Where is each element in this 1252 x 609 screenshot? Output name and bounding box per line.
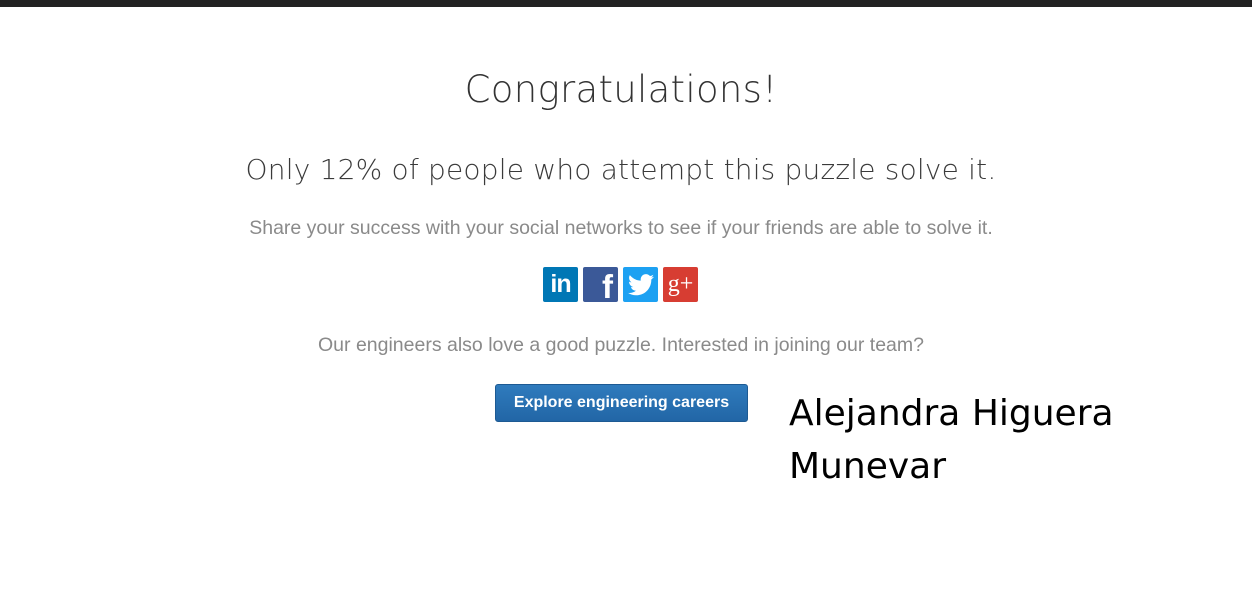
page-title: Congratulations! [464, 68, 778, 111]
google-plus-share-button[interactable]: g+ [663, 267, 698, 302]
linkedin-icon: in [550, 270, 571, 298]
solve-rate-text: Only 12% of people who attempt this puzz… [245, 153, 997, 186]
top-bar [0, 0, 1252, 7]
twitter-share-button[interactable] [623, 267, 658, 302]
name-annotation: Alejandra Higuera Munevar [789, 387, 1229, 493]
name-line-2: Munevar [789, 446, 947, 487]
twitter-icon [627, 273, 654, 296]
facebook-icon: f [602, 268, 613, 302]
name-line-1: Alejandra Higuera [789, 393, 1114, 434]
careers-prompt: Our engineers also love a good puzzle. I… [318, 334, 924, 356]
linkedin-share-button[interactable]: in [543, 267, 578, 302]
facebook-share-button[interactable]: f [583, 267, 618, 302]
explore-careers-button[interactable]: Explore engineering careers [495, 384, 748, 422]
social-share-row: in f g+ [543, 267, 698, 302]
share-prompt: Share your success with your social netw… [249, 217, 993, 239]
google-plus-icon: g+ [667, 271, 694, 297]
